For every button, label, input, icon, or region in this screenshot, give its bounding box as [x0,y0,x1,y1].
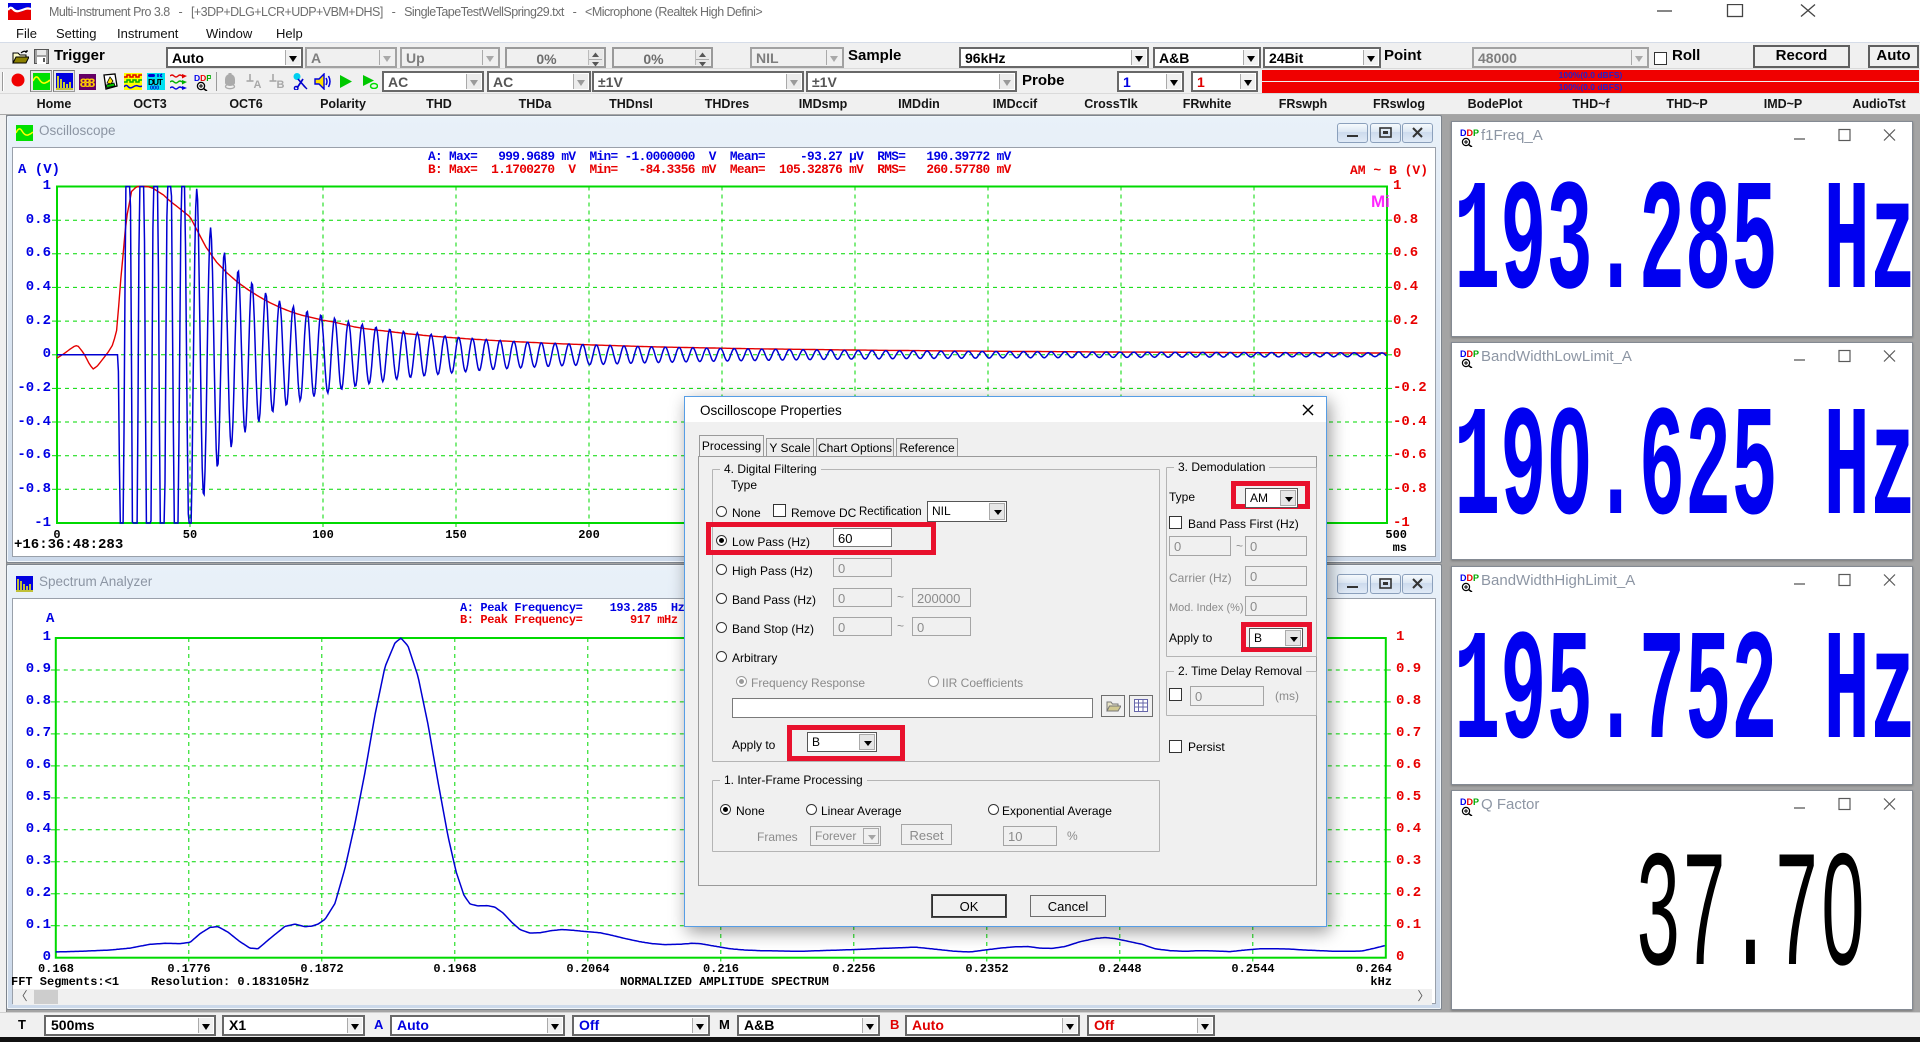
svg-text:888: 888 [80,76,96,90]
svg-text:DDP: DDP [194,73,211,83]
svg-text:A: A [254,79,262,89]
svg-text:193.285 Hz: 193.285 Hz [1454,157,1914,335]
svg-text:B: B [277,79,285,89]
svg-text:000: 000 [150,86,159,91]
svg-text:190.625 Hz: 190.625 Hz [1454,383,1914,561]
svg-text:195.752 Hz: 195.752 Hz [1454,607,1914,785]
svg-text:37.70: 37.70 [1635,825,1866,1011]
